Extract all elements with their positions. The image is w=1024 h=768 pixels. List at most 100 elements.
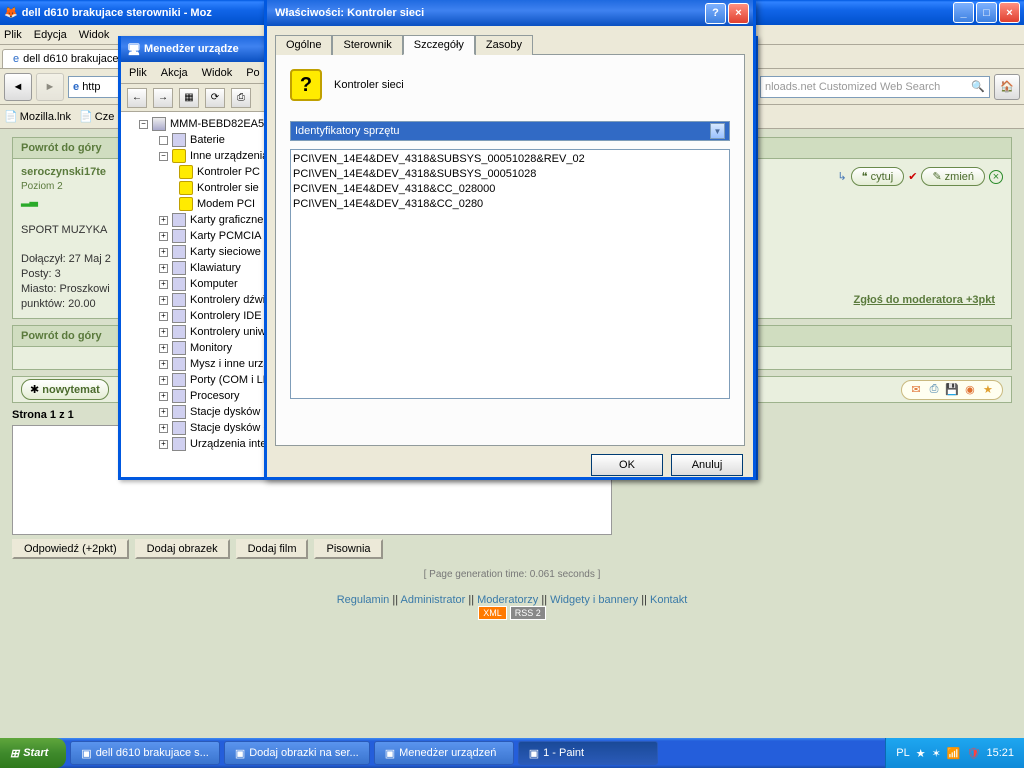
dm-menu-help[interactable]: Po: [246, 67, 259, 79]
tab-ogólne[interactable]: Ogólne: [275, 35, 332, 55]
tray-icon[interactable]: ★: [916, 747, 926, 760]
mail-icon[interactable]: ✉: [908, 383, 924, 397]
online-icon: ▂▃: [21, 195, 38, 207]
footer-admin[interactable]: Administrator: [401, 594, 466, 606]
minimize-button[interactable]: _: [953, 2, 974, 23]
device-name: Kontroler sieci: [334, 79, 404, 91]
quote-button[interactable]: ❝cytuj: [851, 167, 905, 186]
help-button[interactable]: ?: [705, 3, 726, 24]
taskbar-task[interactable]: ▣Menedżer urządzeń: [374, 741, 514, 765]
tray-icon[interactable]: 🛡: [967, 747, 981, 760]
new-topic-button[interactable]: ✱ nowytemat: [21, 379, 109, 400]
close-button[interactable]: ×: [999, 2, 1020, 23]
hgroupId[interactable]: PCI\VEN_14E4&DEV_4318&SUBSYS_00051028&RE…: [293, 152, 727, 167]
search-bar[interactable]: nloads.net Customized Web Search 🔍: [760, 76, 990, 98]
gen-time: [ Page generation time: 0.061 seconds ]: [12, 569, 1012, 580]
system-tray[interactable]: PL ★ ✶ 📶 🛡 15:21: [885, 738, 1024, 768]
maximize-button[interactable]: □: [976, 2, 997, 23]
save-icon[interactable]: 💾: [944, 383, 960, 397]
url-text: http: [82, 81, 100, 93]
tray-icon[interactable]: 📶: [947, 747, 961, 760]
hardware-ids-list[interactable]: PCI\VEN_14E4&DEV_4318&SUBSYS_00051028&RE…: [290, 149, 730, 399]
hgroupId[interactable]: PCI\VEN_14E4&DEV_4318&SUBSYS_00051028: [293, 167, 727, 182]
user-joined: Dołączył: 27 Maj 2: [21, 253, 111, 265]
clock: 15:21: [986, 747, 1014, 759]
reply-button[interactable]: Odpowiedź (+2pkt): [12, 539, 129, 559]
props-tabs: OgólneSterownikSzczegółyZasoby: [267, 26, 753, 54]
ie-icon: e: [13, 53, 19, 65]
check-icon: ✔: [908, 170, 917, 183]
bookmark-item[interactable]: 📄Mozilla.lnk: [4, 110, 71, 123]
ok-button[interactable]: OK: [591, 454, 663, 476]
username[interactable]: seroczynski17te: [21, 166, 106, 178]
back-icon[interactable]: ←: [127, 88, 147, 108]
tray-icon[interactable]: ✶: [932, 747, 941, 760]
search-icon: 🔍: [971, 80, 985, 93]
hgroupId[interactable]: PCI\VEN_14E4&DEV_4318&CC_028000: [293, 182, 727, 197]
page-icon: 📄: [79, 110, 93, 123]
footer-wid[interactable]: Widgety i bannery: [550, 594, 638, 606]
add-film-button[interactable]: Dodaj film: [236, 539, 309, 559]
props-titlebar[interactable]: Właściwości: Kontroler sieci ? ×: [267, 0, 753, 26]
tab-sterownik[interactable]: Sterownik: [332, 35, 402, 55]
dm-menu-view[interactable]: Widok: [202, 67, 233, 79]
question-icon: ?: [290, 69, 322, 101]
add-image-button[interactable]: Dodaj obrazek: [135, 539, 230, 559]
home-button[interactable]: 🏠: [994, 74, 1020, 100]
dm-menu-file[interactable]: Plik: [129, 67, 147, 79]
menu-view[interactable]: Widok: [79, 29, 110, 41]
edit-icon: ✎: [932, 170, 941, 183]
cancel-button[interactable]: Anuluj: [671, 454, 743, 476]
user-sig: SPORT MUZYKA: [21, 224, 107, 236]
windows-icon: ⊞: [10, 747, 19, 760]
tab-zasoby[interactable]: Zasoby: [475, 35, 533, 55]
user-posts: Posty: 3: [21, 268, 61, 280]
props-title: Właściwości: Kontroler sieci: [271, 7, 705, 19]
page-icon: 📄: [4, 110, 18, 123]
taskbar-task[interactable]: ▣Dodaj obrazki na ser...: [224, 741, 370, 765]
property-combo[interactable]: Identyfikatory sprzętu ▼: [290, 121, 730, 141]
browser-tab[interactable]: e dell d610 brakujace: [2, 49, 130, 68]
ie-icon: e: [73, 81, 79, 93]
rss-icon[interactable]: ◉: [962, 383, 978, 397]
bookmark-item[interactable]: 📄Cze: [79, 110, 114, 123]
print-icon[interactable]: ⎙: [231, 88, 251, 108]
start-button[interactable]: ⊞ Start: [0, 738, 66, 768]
taskbar-task[interactable]: ▣1 - Paint: [518, 741, 658, 765]
lang-indicator[interactable]: PL: [896, 747, 909, 759]
app-icon: ▣: [81, 747, 91, 760]
fwd-icon[interactable]: →: [153, 88, 173, 108]
footer-reg[interactable]: Regulamin: [337, 594, 390, 606]
back-button[interactable]: ◄: [4, 73, 32, 101]
quote-icon: ❝: [862, 170, 868, 183]
dm-menu-action[interactable]: Akcja: [161, 67, 188, 79]
props-body: ? Kontroler sieci Identyfikatory sprzętu…: [275, 54, 745, 446]
user-points: punktów: 20.00: [21, 298, 96, 310]
chevron-down-icon: ▼: [710, 123, 725, 139]
hgroupId[interactable]: PCI\VEN_14E4&DEV_4318&CC_0280: [293, 197, 727, 212]
footer-kon[interactable]: Kontakt: [650, 594, 687, 606]
xml-badge[interactable]: XML: [478, 606, 507, 620]
menu-file[interactable]: Plik: [4, 29, 22, 41]
change-button[interactable]: ✎zmień: [921, 167, 985, 186]
delete-icon[interactable]: ×: [989, 170, 1003, 184]
taskbar-task[interactable]: ▣dell d610 brakujace s...: [70, 741, 220, 765]
combo-value: Identyfikatory sprzętu: [295, 125, 400, 137]
refresh-icon[interactable]: ⟳: [205, 88, 225, 108]
star-icon[interactable]: ★: [980, 383, 996, 397]
rss-badge[interactable]: RSS 2: [510, 606, 546, 620]
footer-mod[interactable]: Moderatorzy: [477, 594, 538, 606]
firefox-icon: 🦊: [4, 6, 18, 19]
print-icon[interactable]: ⎙: [926, 383, 942, 397]
forward-button[interactable]: ►: [36, 73, 64, 101]
props-icon[interactable]: ▦: [179, 88, 199, 108]
close-button[interactable]: ×: [728, 3, 749, 24]
report-link[interactable]: Zgłoś do moderatora +3pkt: [854, 294, 996, 306]
share-icons: ✉ ⎙ 💾 ◉ ★: [901, 380, 1003, 400]
spell-button[interactable]: Pisownia: [314, 539, 382, 559]
tab-label: dell d610 brakujace: [23, 53, 118, 65]
dm-icon: 🖥: [127, 43, 141, 56]
menu-edit[interactable]: Edycja: [34, 29, 67, 41]
tab-szczegóły[interactable]: Szczegóły: [403, 35, 475, 55]
properties-dialog: Właściwości: Kontroler sieci ? × OgólneS…: [264, 0, 756, 480]
